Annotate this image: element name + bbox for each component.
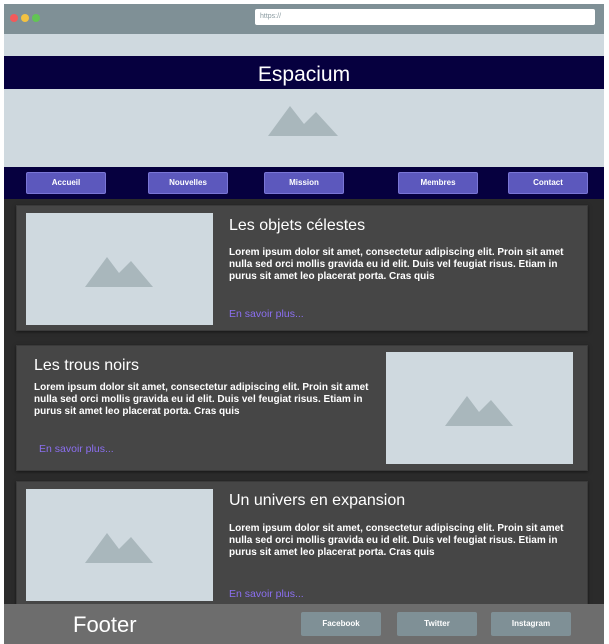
- site-title: Espacium: [257, 63, 351, 86]
- footer-label: Footer: [73, 612, 137, 637]
- image-placeholder-icon: [268, 106, 338, 136]
- read-more-link[interactable]: En savoir plus...: [229, 588, 304, 600]
- browser-window: https:// Espacium Accueil Nouvelles Miss…: [4, 4, 604, 644]
- article-card: Les objets célestes Lorem ipsum dolor si…: [16, 205, 588, 331]
- nav-item-contact[interactable]: Contact: [508, 172, 588, 194]
- article-card: Un univers en expansion Lorem ipsum dolo…: [16, 481, 588, 607]
- nav-item-accueil[interactable]: Accueil: [26, 172, 106, 194]
- browser-toolbar: https://: [4, 4, 604, 34]
- image-placeholder-icon: [85, 257, 153, 287]
- site-header: Espacium: [4, 56, 604, 89]
- top-spacer: [4, 34, 604, 56]
- banner-image: [4, 89, 604, 167]
- read-more-link[interactable]: En savoir plus...: [39, 443, 114, 455]
- article-text: Lorem ipsum dolor sit amet, consectetur …: [34, 382, 369, 417]
- image-placeholder-icon: [85, 533, 153, 563]
- nav-item-membres[interactable]: Membres: [398, 172, 478, 194]
- image-placeholder-icon: [445, 396, 513, 426]
- article-title: Les objets célestes: [229, 217, 366, 234]
- nav-item-nouvelles[interactable]: Nouvelles: [148, 172, 228, 194]
- article-image: [26, 489, 213, 601]
- article-text: Lorem ipsum dolor sit amet, consectetur …: [229, 523, 564, 558]
- instagram-button[interactable]: Instagram: [491, 612, 571, 636]
- close-window-icon[interactable]: [10, 14, 18, 22]
- minimize-window-icon[interactable]: [21, 14, 29, 22]
- article-text: Lorem ipsum dolor sit amet, consectetur …: [229, 247, 564, 282]
- nav-item-mission[interactable]: Mission: [264, 172, 344, 194]
- address-bar[interactable]: https://: [255, 9, 595, 25]
- article-title: Les trous noirs: [34, 357, 139, 374]
- article-card: Les trous noirs Lorem ipsum dolor sit am…: [16, 345, 588, 471]
- article-title: Un univers en expansion: [229, 492, 406, 509]
- article-image: [26, 213, 213, 325]
- article-image: [386, 352, 573, 464]
- read-more-link[interactable]: En savoir plus...: [229, 308, 304, 320]
- articles-section: Les objets célestes Lorem ipsum dolor si…: [4, 199, 604, 607]
- facebook-button[interactable]: Facebook: [301, 612, 381, 636]
- maximize-window-icon[interactable]: [32, 14, 40, 22]
- site-footer: Footer Facebook Twitter Instagram: [4, 604, 604, 644]
- twitter-button[interactable]: Twitter: [397, 612, 477, 636]
- main-nav: Accueil Nouvelles Mission Membres Contac…: [4, 167, 604, 199]
